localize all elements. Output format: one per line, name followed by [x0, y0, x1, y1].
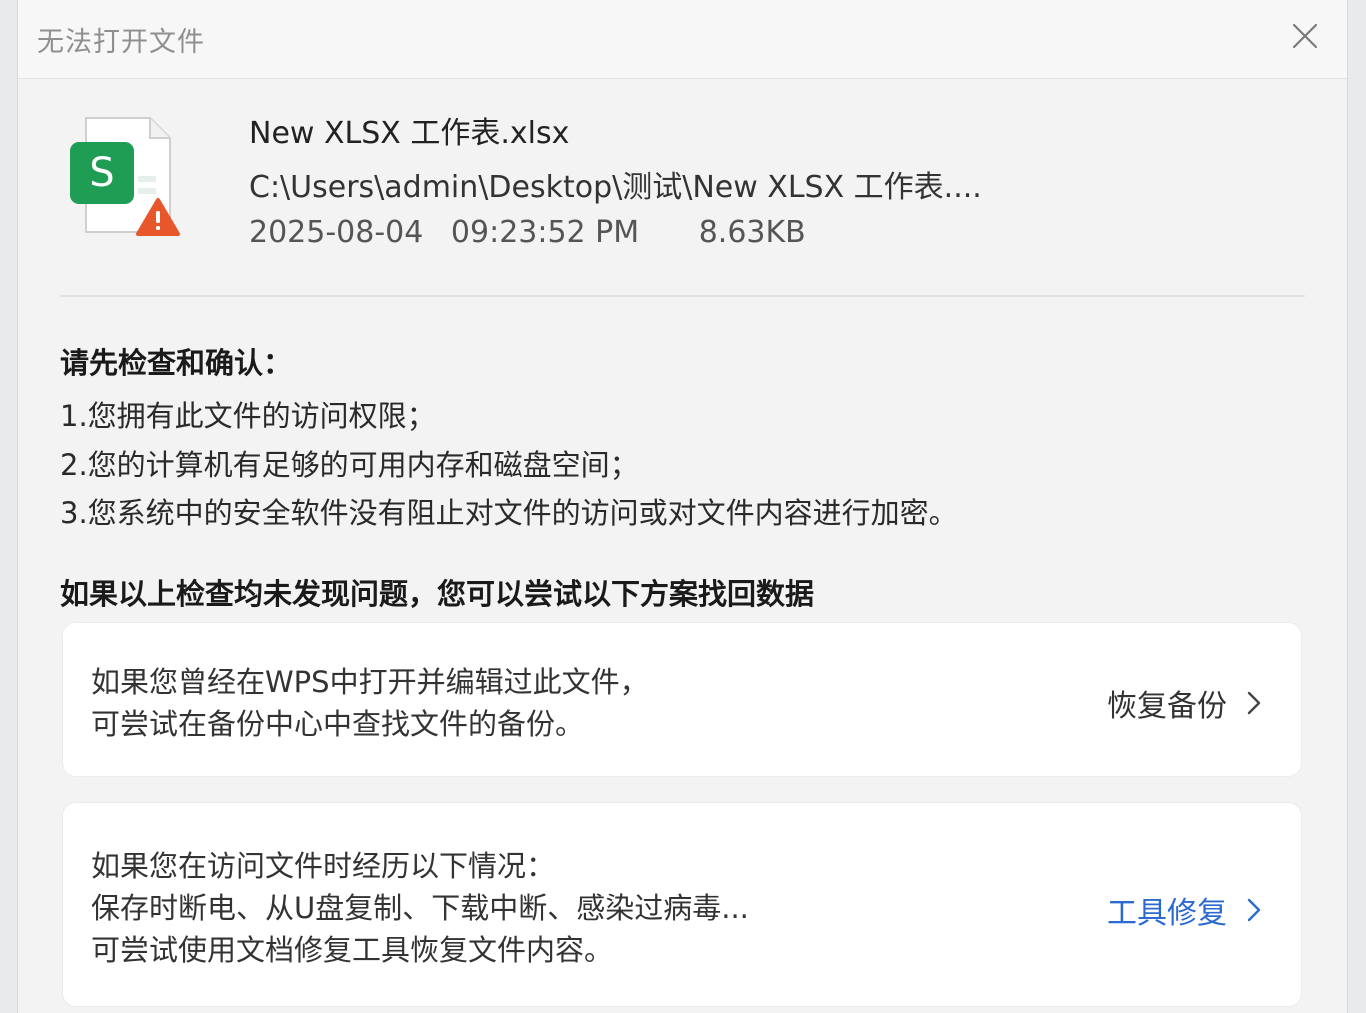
- check-item: 2.您的计算机有足够的可用内存和磁盘空间；: [60, 448, 639, 482]
- chevron-right-icon: [1247, 898, 1261, 922]
- solutions-title: 如果以上检查均未发现问题，您可以尝试以下方案找回数据: [60, 577, 815, 611]
- tool-repair-button[interactable]: 工具修复: [1107, 888, 1263, 932]
- file-date: 2025-08-04: [249, 215, 424, 250]
- tool-repair-label: 工具修复: [1107, 896, 1227, 931]
- check-item: 1.您拥有此文件的访问权限；: [60, 399, 436, 433]
- spreadsheet-file-warning-icon: S: [68, 114, 186, 242]
- file-meta: 2025-08-04 09:23:52 PM 8.63KB: [249, 215, 806, 250]
- dialog-titlebar: 无法打开文件: [18, 0, 1347, 79]
- restore-backup-button[interactable]: 恢复备份: [1107, 681, 1263, 725]
- chevron-right-icon: [1247, 691, 1261, 715]
- card-text-line: 可尝试在备份中心中查找文件的备份。: [91, 707, 585, 741]
- tool-repair-card: 如果您在访问文件时经历以下情况： 保存时断电、从U盘复制、下载中断、感染过病毒.…: [62, 802, 1302, 1007]
- restore-backup-card: 如果您曾经在WPS中打开并编辑过此文件， 可尝试在备份中心中查找文件的备份。 恢…: [62, 622, 1302, 777]
- card-text-line: 可尝试使用文档修复工具恢复文件内容。: [91, 933, 614, 967]
- section-divider: [60, 295, 1305, 297]
- restore-backup-label: 恢复备份: [1107, 689, 1227, 724]
- cannot-open-file-dialog: 无法打开文件 S New XLSX 工作表.xlsx C:\Users\admi…: [17, 0, 1348, 1013]
- close-button[interactable]: [1289, 20, 1321, 52]
- card-text-line: 保存时断电、从U盘复制、下载中断、感染过病毒...: [91, 891, 749, 925]
- dialog-title: 无法打开文件: [37, 27, 205, 58]
- checks-title: 请先检查和确认：: [60, 346, 293, 380]
- file-path: C:\Users\admin\Desktop\测试\New XLSX 工作表..…: [249, 170, 982, 205]
- card-description: 如果您曾经在WPS中打开并编辑过此文件， 可尝试在备份中心中查找文件的备份。: [91, 661, 649, 745]
- card-description: 如果您在访问文件时经历以下情况： 保存时断电、从U盘复制、下载中断、感染过病毒.…: [91, 845, 749, 971]
- file-size: 8.63KB: [698, 215, 806, 250]
- file-name: New XLSX 工作表.xlsx: [249, 116, 570, 151]
- card-text-line: 如果您曾经在WPS中打开并编辑过此文件，: [91, 665, 649, 699]
- file-time: 09:23:52 PM: [450, 215, 640, 250]
- svg-text:S: S: [89, 150, 114, 196]
- close-icon: [1292, 23, 1318, 49]
- check-item: 3.您系统中的安全软件没有阻止对文件的访问或对文件内容进行加密。: [60, 496, 958, 530]
- card-text-line: 如果您在访问文件时经历以下情况：: [91, 849, 556, 883]
